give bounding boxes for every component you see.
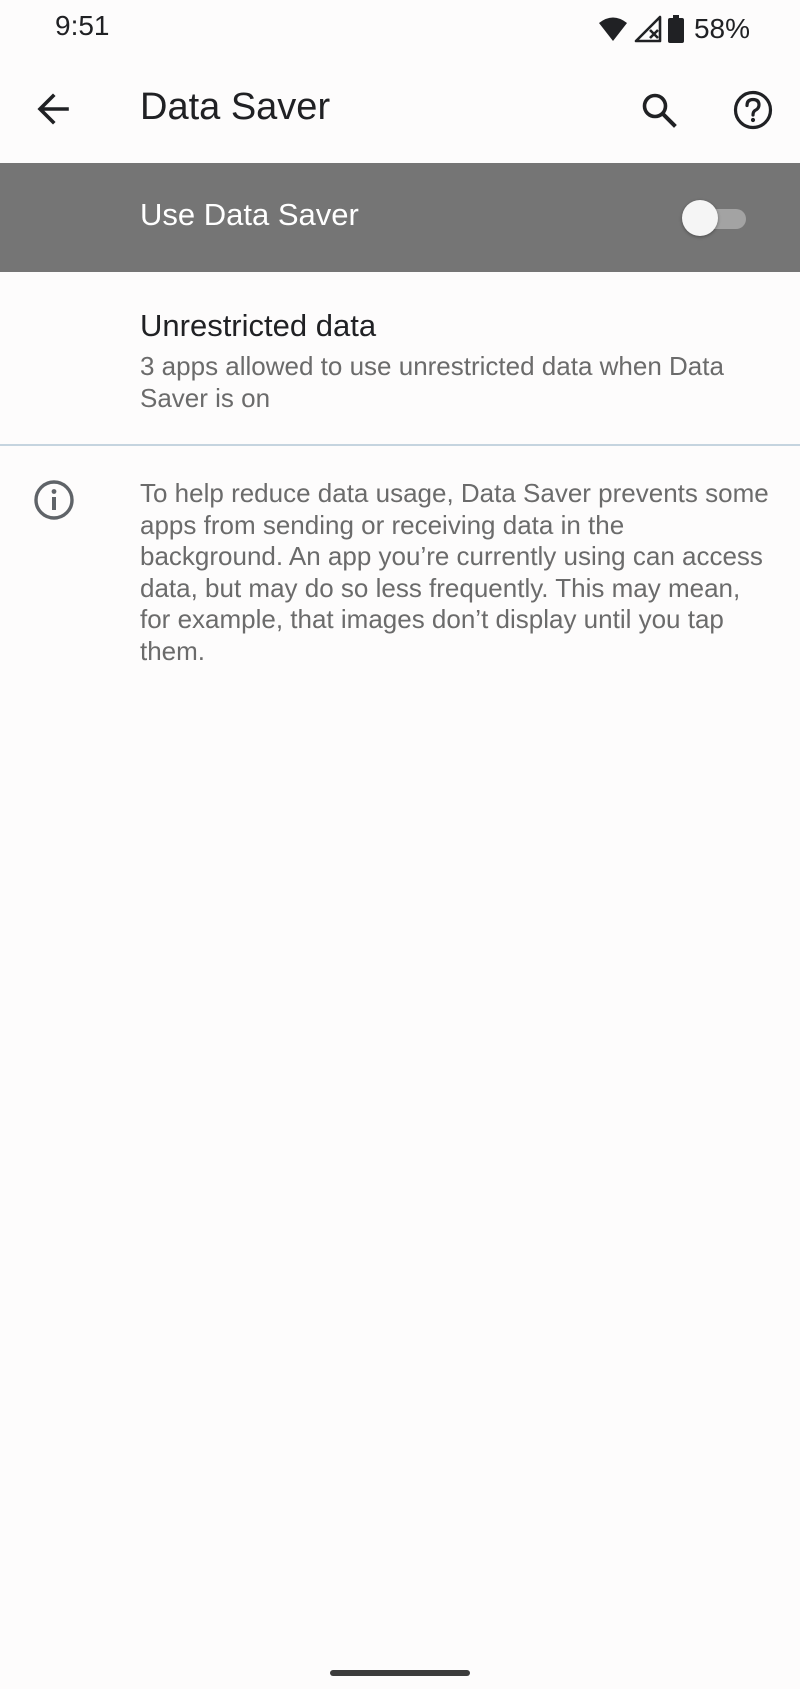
unrestricted-data-item[interactable]: Unrestricted data 3 apps allowed to use … <box>0 272 800 444</box>
search-button[interactable] <box>633 86 685 138</box>
cellular-no-signal-icon <box>634 15 662 43</box>
info-icon <box>32 478 76 522</box>
help-icon <box>733 90 773 135</box>
battery-icon <box>667 15 684 43</box>
gesture-nav-handle[interactable] <box>330 1670 470 1676</box>
status-time: 9:51 <box>55 10 110 41</box>
data-saver-toggle[interactable] <box>682 199 748 237</box>
data-saver-screen: 9:51 58% Data Saver Use Data Saver Unres… <box>0 0 800 1689</box>
use-data-saver-label: Use Data Saver <box>140 197 359 232</box>
wifi-icon <box>598 16 628 42</box>
use-data-saver-switch-bar[interactable]: Use Data Saver <box>0 163 800 272</box>
footer-info-text: To help reduce data usage, Data Saver pr… <box>140 478 769 666</box>
back-button[interactable] <box>28 86 78 136</box>
arrow-back-icon <box>36 92 70 131</box>
status-bar: 9:51 58% <box>0 0 800 60</box>
help-button[interactable] <box>727 86 779 138</box>
page-title: Data Saver <box>140 86 331 128</box>
app-bar: Data Saver <box>0 60 800 163</box>
battery-percentage: 58% <box>693 13 750 44</box>
status-icons: 58% <box>598 12 750 46</box>
unrestricted-data-title: Unrestricted data <box>140 308 377 343</box>
divider <box>0 444 800 446</box>
toggle-thumb <box>682 200 718 236</box>
search-icon <box>641 92 677 133</box>
unrestricted-data-summary: 3 apps allowed to use unrestricted data … <box>140 351 724 413</box>
